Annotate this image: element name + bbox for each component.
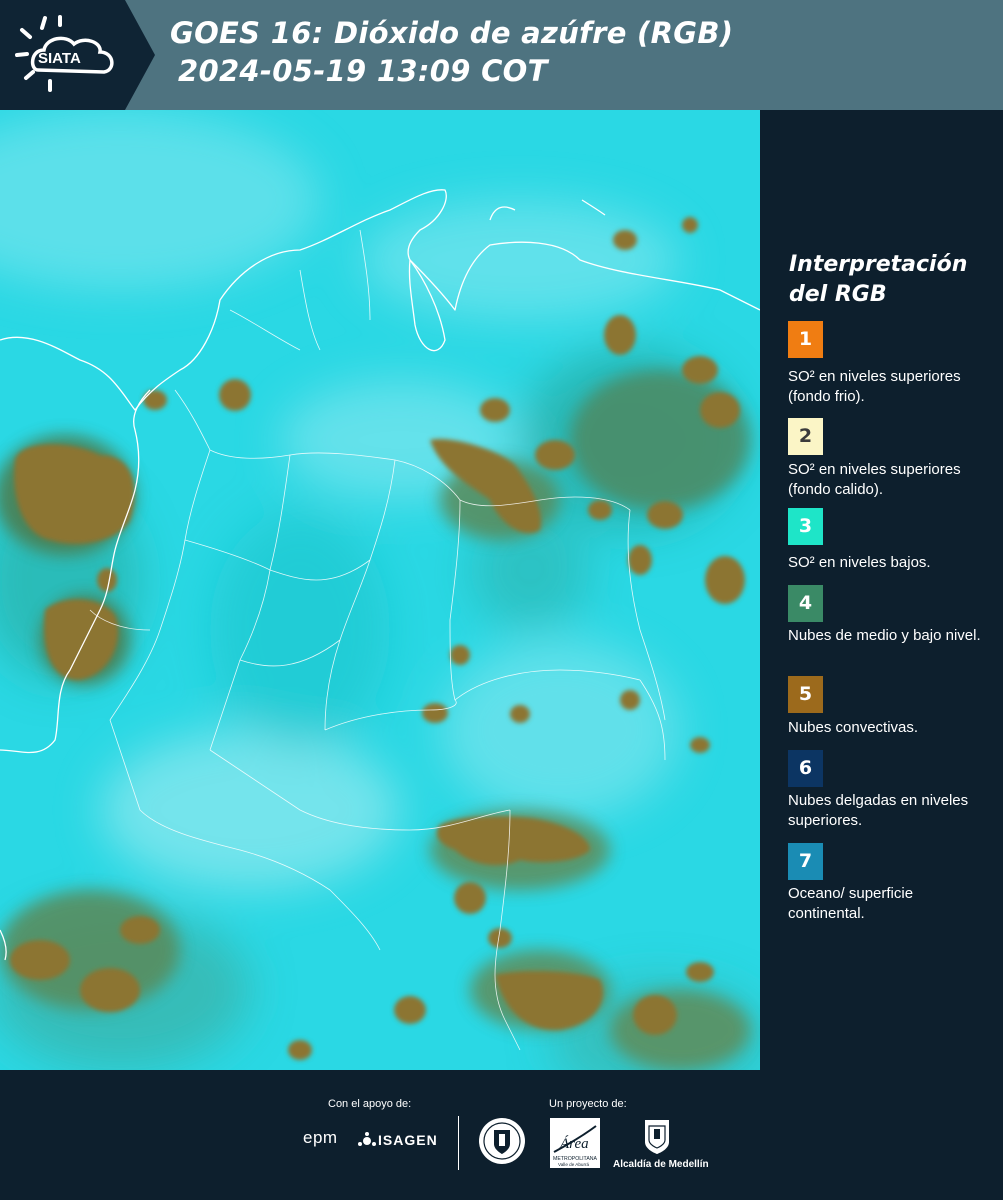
- footer-divider: [458, 1116, 459, 1170]
- area-logo-title: Área: [559, 1135, 589, 1152]
- legend-label-4: Nubes de medio y bajo nivel.: [788, 627, 981, 644]
- support-caption: Con el apoyo de:: [328, 1098, 412, 1110]
- legend-swatch-5: 5: [788, 676, 823, 713]
- alcaldia-logo-text: Alcaldía de Medellín: [613, 1159, 709, 1170]
- epm-logo: epm: [303, 1128, 338, 1147]
- legend-swatch-6: 6: [788, 750, 823, 787]
- siata-logo: SIATA: [0, 0, 155, 110]
- page-title: GOES 16: Dióxido de azúfre (RGB): [170, 16, 734, 50]
- isagen-mark-icon: [358, 1132, 376, 1146]
- legend-swatch-4: 4: [788, 585, 823, 622]
- legend-title: Interpretación del RGB: [789, 252, 968, 307]
- legend-swatch-2: 2: [788, 418, 823, 455]
- project-caption: Un proyecto de:: [549, 1098, 627, 1110]
- siata-logo-text: SIATA: [38, 50, 81, 67]
- isagen-logo: ISAGEN: [378, 1132, 438, 1148]
- legend-label-6: Nubes delgadas en niveles superiores.: [788, 792, 969, 829]
- legend-label-5: Nubes convectivas.: [788, 719, 919, 736]
- legend-panel: Interpretación del RGB 1 SO² en niveles …: [760, 110, 1003, 1070]
- satellite-map: [0, 110, 760, 1070]
- legend-label-1: SO² en niveles superiores (fondo frio).: [788, 368, 961, 405]
- legend-label-2: SO² en niveles superiores (fondo calido)…: [788, 461, 961, 498]
- legend-swatch-7: 7: [788, 843, 823, 880]
- header-bar: SIATA GOES 16: Dióxido de azúfre (RGB) 2…: [0, 0, 1003, 110]
- area-metropolitana-logo: Área METROPOLITANA Valle de Aburrá: [550, 1118, 600, 1168]
- coat-of-arms-icon: [645, 1120, 669, 1154]
- legend-swatch-1: 1: [788, 321, 823, 358]
- legend-label-7: Oceano/ superficie continental.: [788, 885, 914, 922]
- footer: Con el apoyo de: Un proyecto de: epm ISA…: [0, 1070, 1003, 1200]
- area-logo-subtitle-2: Valle de Aburrá: [558, 1162, 590, 1167]
- satellite-image: [0, 110, 760, 1070]
- seal-icon: [479, 1118, 525, 1164]
- legend-label-3: SO² en niveles bajos.: [788, 554, 931, 571]
- legend-swatch-3: 3: [788, 508, 823, 545]
- page-timestamp: 2024-05-19 13:09 COT: [178, 54, 548, 88]
